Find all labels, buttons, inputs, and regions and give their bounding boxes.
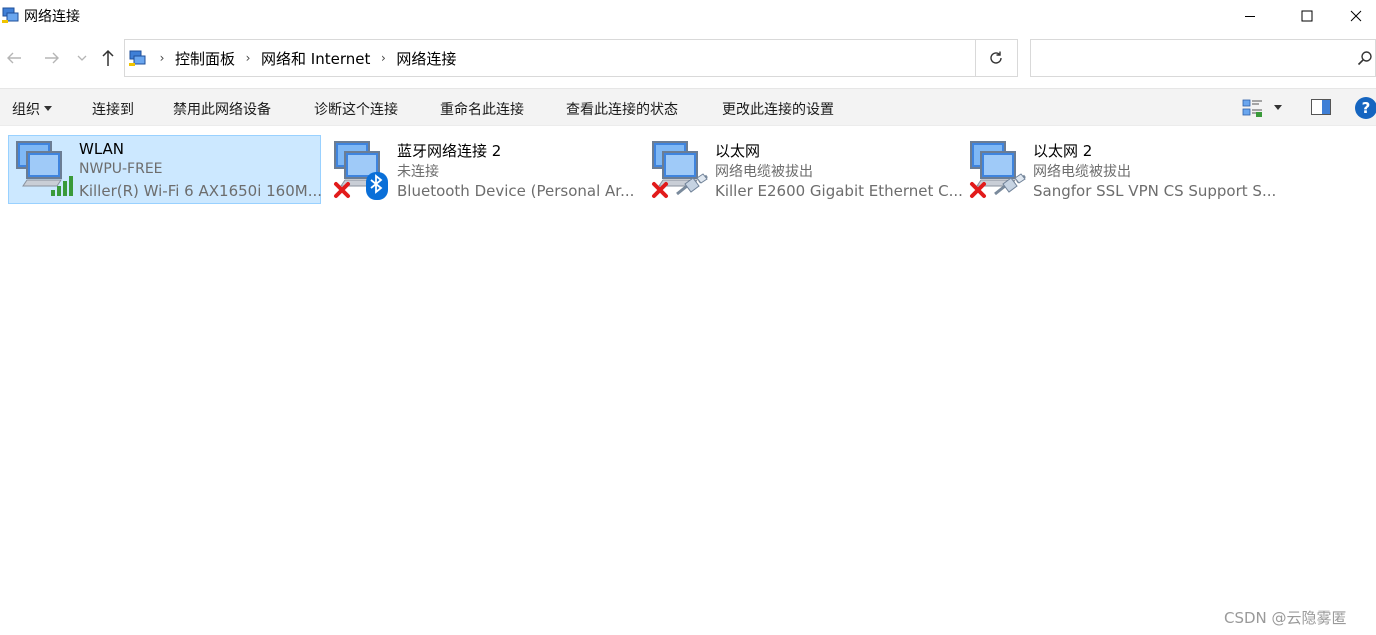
disable-device-button[interactable]: 禁用此网络设备: [173, 99, 271, 119]
connection-status: 网络电缆被拔出: [715, 164, 813, 180]
chevron-right-icon[interactable]: ›: [372, 51, 394, 65]
caret-down-icon: [44, 106, 52, 111]
window-title: 网络连接: [24, 9, 80, 25]
watermark: CSDN @云隐雾匿: [1224, 609, 1347, 627]
search-icon[interactable]: [1357, 50, 1373, 66]
change-settings-button[interactable]: 更改此连接的设置: [722, 99, 834, 119]
forward-button[interactable]: [40, 46, 64, 70]
chevron-right-icon[interactable]: ›: [151, 51, 173, 65]
rename-button[interactable]: 重命名此连接: [440, 99, 524, 119]
recent-locations-button[interactable]: [72, 46, 92, 70]
ethernet-cable-icon: [652, 141, 708, 198]
connection-status: 网络电缆被拔出: [1033, 164, 1131, 180]
connection-status: NWPU-FREE: [79, 161, 163, 177]
title-bar: 网络连接: [0, 0, 1376, 32]
maximize-button[interactable]: [1277, 0, 1337, 32]
connection-status: 未连接: [397, 164, 439, 180]
close-icon: [1350, 10, 1362, 22]
wifi-signal-icon: [16, 141, 73, 196]
breadcrumb: › 控制面板 › 网络和 Internet › 网络连接: [151, 40, 458, 76]
view-status-button[interactable]: 查看此连接的状态: [566, 99, 678, 119]
connection-name: 以太网: [715, 142, 761, 160]
connection-item-wlan[interactable]: WLAN NWPU-FREE Killer(R) Wi-Fi 6 AX1650i…: [8, 135, 323, 204]
connection-name: 以太网 2: [1033, 142, 1093, 160]
view-options-dropdown[interactable]: [1274, 105, 1282, 110]
breadcrumb-network-internet[interactable]: 网络和 Internet: [259, 48, 372, 69]
arrow-right-icon: [45, 52, 59, 64]
address-bar[interactable]: › 控制面板 › 网络和 Internet › 网络连接: [124, 39, 1087, 77]
close-button[interactable]: [1336, 0, 1376, 32]
search-box[interactable]: [1030, 39, 1376, 77]
arrow-up-icon: [102, 49, 114, 66]
bluetooth-icon: [334, 141, 388, 200]
back-button[interactable]: [2, 46, 26, 70]
up-button[interactable]: [96, 46, 120, 70]
search-input[interactable]: [1037, 46, 1337, 70]
view-options-icon[interactable]: [1242, 98, 1264, 118]
ethernet-cable-icon: [970, 141, 1026, 198]
preview-pane-icon[interactable]: [1311, 99, 1331, 115]
connect-to-button[interactable]: 连接到: [92, 99, 134, 119]
arrow-left-icon: [7, 52, 21, 64]
organize-button[interactable]: 组织: [12, 99, 52, 119]
navigation-bar: › 控制面板 › 网络和 Internet › 网络连接: [0, 36, 1376, 82]
connection-device: Killer(R) Wi-Fi 6 AX1650i 160M...: [79, 182, 323, 200]
connection-name: WLAN: [79, 140, 125, 158]
command-bar: 组织 连接到 禁用此网络设备 诊断这个连接 重命名此连接 查看此连接的状态 更改…: [0, 88, 1376, 126]
connection-item-bluetooth[interactable]: 蓝牙网络连接 2 未连接 Bluetooth Device (Personal …: [326, 135, 639, 204]
connection-name: 蓝牙网络连接 2: [397, 142, 502, 160]
connection-item-ethernet-2[interactable]: 以太网 2 网络电缆被拔出 Sangfor SSL VPN CS Support…: [962, 135, 1277, 204]
breadcrumb-network-connections[interactable]: 网络连接: [394, 48, 458, 69]
connection-device: Killer E2600 Gigabit Ethernet C...: [715, 182, 963, 200]
refresh-button[interactable]: [975, 39, 1018, 77]
connection-device: Sangfor SSL VPN CS Support S...: [1033, 182, 1277, 200]
maximize-icon: [1301, 10, 1313, 22]
chevron-right-icon[interactable]: ›: [237, 51, 259, 65]
minimize-icon: [1245, 16, 1255, 17]
breadcrumb-control-panel[interactable]: 控制面板: [173, 48, 237, 69]
help-button[interactable]: ?: [1355, 97, 1376, 119]
diagnose-button[interactable]: 诊断这个连接: [314, 99, 398, 119]
refresh-icon: [990, 51, 1002, 64]
minimize-button[interactable]: [1220, 0, 1280, 32]
connection-device: Bluetooth Device (Personal Ar...: [397, 182, 635, 200]
chevron-down-icon: [77, 55, 87, 61]
network-connections-icon: [129, 50, 146, 66]
connection-item-ethernet[interactable]: 以太网 网络电缆被拔出 Killer E2600 Gigabit Etherne…: [644, 135, 963, 204]
organize-label: 组织: [12, 102, 40, 118]
network-connections-icon: [2, 7, 19, 23]
